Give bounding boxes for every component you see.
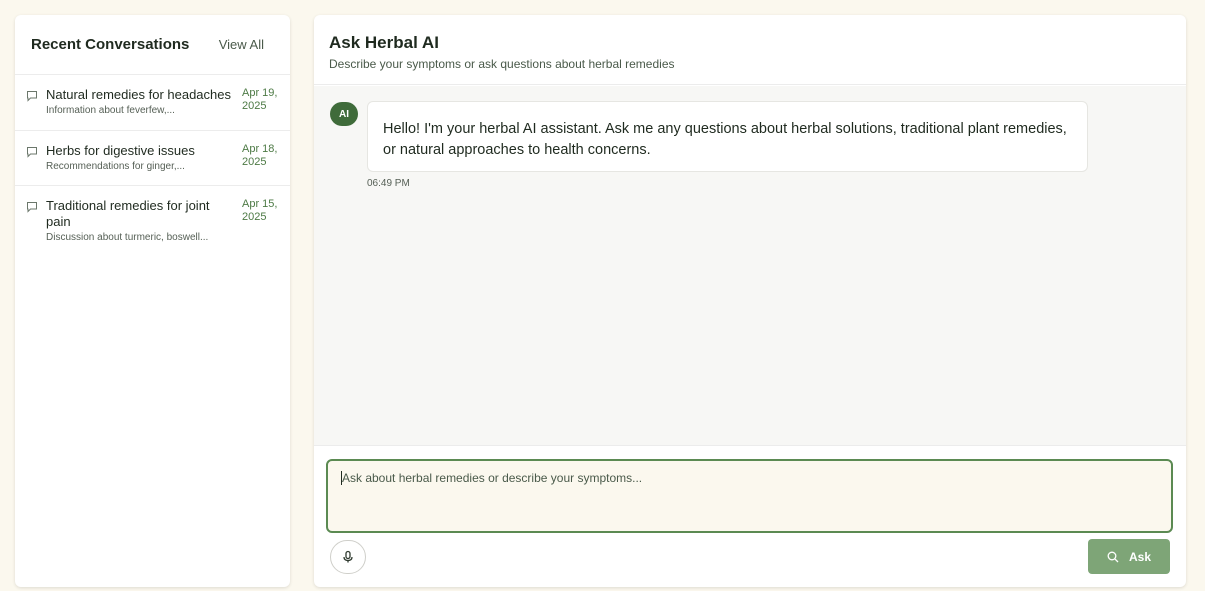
conversation-item[interactable]: Natural remedies for headaches Apr 19, 2… <box>15 75 290 131</box>
conversation-date: Apr 19, 2025 <box>242 87 278 112</box>
message-list[interactable]: AI Hello! I'm your herbal AI assistant. … <box>314 86 1186 446</box>
composer: Ask about herbal remedies or describe yo… <box>314 447 1186 587</box>
chat-bubble-icon <box>27 202 37 213</box>
sidebar-title: Recent Conversations <box>31 36 190 53</box>
conversation-item[interactable]: Traditional remedies for joint pain Apr … <box>15 186 290 258</box>
conversation-summary: Information about feverfew,... <box>46 105 175 116</box>
conversation-item[interactable]: Herbs for digestive issues Apr 18, 2025 … <box>15 131 290 186</box>
ai-message-bubble: Hello! I'm your herbal AI assistant. Ask… <box>367 101 1088 172</box>
page-title: Ask Herbal AI <box>329 33 439 52</box>
input-placeholder: Ask about herbal remedies or describe yo… <box>342 471 643 485</box>
chat-panel: Ask Herbal AI Describe your symptoms or … <box>314 15 1186 587</box>
sidebar-header: Recent Conversations View All <box>15 15 290 75</box>
page-subtitle: Describe your symptoms or ask questions … <box>329 57 675 71</box>
chat-bubble-icon <box>27 91 37 102</box>
conversation-summary: Discussion about turmeric, boswell... <box>46 232 209 243</box>
search-icon <box>1107 551 1119 562</box>
conversation-date: Apr 18, 2025 <box>242 143 278 168</box>
ask-button[interactable]: Ask <box>1088 539 1170 574</box>
conversation-title: Herbs for digestive issues <box>46 143 195 158</box>
microphone-icon <box>343 550 353 563</box>
chat-bubble-icon <box>27 147 37 158</box>
question-input[interactable]: Ask about herbal remedies or describe yo… <box>326 459 1173 533</box>
ask-button-label: Ask <box>1128 549 1151 564</box>
conversation-title: Natural remedies for headaches <box>46 87 231 102</box>
conversation-date: Apr 15, 2025 <box>242 198 278 223</box>
conversation-title: Traditional remedies for joint pain <box>46 198 210 229</box>
conversation-sidebar: Recent Conversations View All Natural re… <box>15 15 290 587</box>
view-all-link[interactable]: View All <box>219 37 264 52</box>
conversation-summary: Recommendations for ginger,... <box>46 161 185 172</box>
message-timestamp: 06:49 PM <box>367 178 410 189</box>
ai-avatar: AI <box>330 102 358 126</box>
chat-header: Ask Herbal AI Describe your symptoms or … <box>314 15 1186 85</box>
microphone-button[interactable] <box>330 540 366 574</box>
